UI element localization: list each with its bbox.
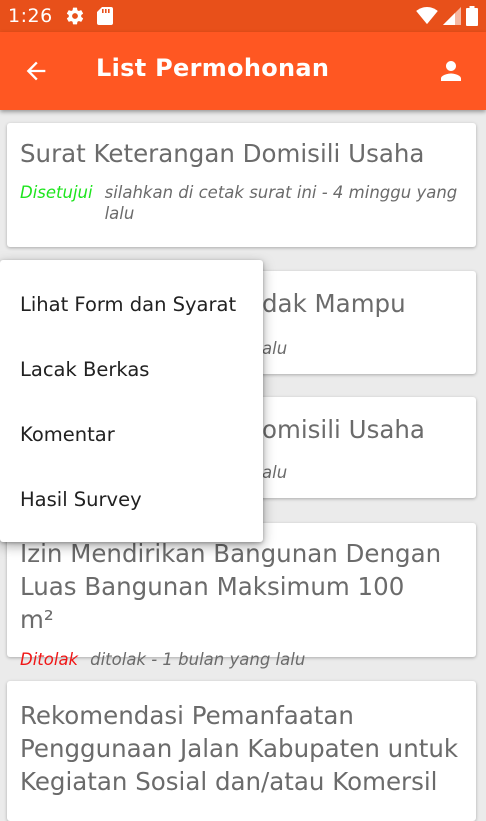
menu-item-track[interactable]: Lacak Berkas <box>0 337 263 402</box>
status-time: 1:26 <box>8 5 53 27</box>
battery-icon <box>466 6 478 26</box>
request-title: Surat Keterangan Domisili Usaha <box>20 139 425 168</box>
menu-item-comment[interactable]: Komentar <box>0 402 263 467</box>
status-badge: Ditolak <box>20 650 79 669</box>
request-description: alu <box>262 339 288 358</box>
request-description: alu <box>262 463 288 482</box>
status-bar: 1:26 <box>0 0 486 32</box>
signal-icon <box>443 7 461 25</box>
app-bar: List Permohonan <box>0 32 486 110</box>
list-item[interactable]: Rekomendasi Pemanfaatan Penggunaan Jalan… <box>7 681 476 821</box>
page-title: List Permohonan <box>96 54 330 82</box>
menu-item-form[interactable]: Lihat Form dan Syarat <box>0 272 263 337</box>
list-item[interactable]: Izin Mendirikan Bangunan Dengan Luas Ban… <box>7 523 476 669</box>
wifi-icon <box>416 7 438 25</box>
request-title: dak Mampu <box>262 289 406 318</box>
person-icon[interactable] <box>436 56 466 86</box>
arrow-left-icon[interactable] <box>22 57 50 85</box>
gear-icon <box>66 7 83 25</box>
request-meta: Disetujui silahkan di cetak surat ini - … <box>20 182 462 224</box>
request-title: Rekomendasi Pemanfaatan Penggunaan Jalan… <box>20 701 459 796</box>
popup-menu: Lihat Form dan Syarat Lacak Berkas Komen… <box>0 260 263 542</box>
status-badge: Disetujui <box>20 183 93 202</box>
request-description: silahkan di cetak surat ini - 4 minggu y… <box>104 183 458 223</box>
menu-item-survey[interactable]: Hasil Survey <box>0 467 263 532</box>
request-title: omisili Usaha <box>262 415 425 444</box>
request-meta: Ditolak ditolak - 1 bulan yang lalu <box>20 649 462 670</box>
request-description: ditolak - 1 bulan yang lalu <box>90 650 306 669</box>
sd-card-icon <box>96 7 113 25</box>
list-item[interactable]: Surat Keterangan Domisili Usaha Disetuju… <box>7 123 476 247</box>
request-title: Izin Mendirikan Bangunan Dengan Luas Ban… <box>20 539 442 634</box>
